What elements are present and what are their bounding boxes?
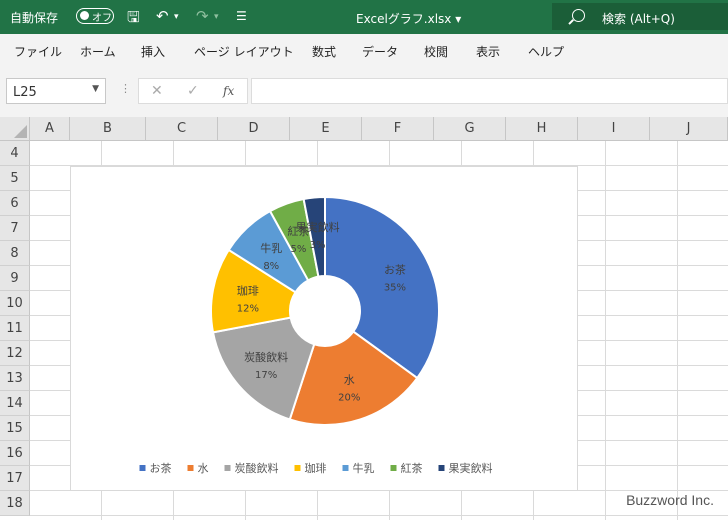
row-header[interactable]: 11 xyxy=(0,316,30,341)
undo-icon[interactable]: ↶ xyxy=(156,7,169,25)
data-label-category: 牛乳 xyxy=(260,241,282,255)
legend-label: 牛乳 xyxy=(353,461,375,475)
autosave-state: オフ xyxy=(92,13,112,24)
row-header[interactable]: 7 xyxy=(0,216,30,241)
tab-data[interactable]: データ xyxy=(362,43,398,60)
legend-swatch xyxy=(224,465,231,471)
row-header[interactable]: 6 xyxy=(0,191,30,216)
chevron-down-icon[interactable]: ▼ xyxy=(92,84,99,94)
tab-file[interactable]: ファイル xyxy=(14,43,62,60)
legend-swatch xyxy=(187,465,194,471)
data-label-category: 水 xyxy=(344,374,355,387)
save-icon[interactable]: 🖫 xyxy=(127,7,140,32)
tab-home[interactable]: ホーム xyxy=(80,43,116,60)
ribbon-tabs: ファイル ホーム 挿入 ページ レイアウト 数式 データ 校閲 表示 ヘルプ xyxy=(0,34,728,67)
data-label-category: 炭酸飲料 xyxy=(244,350,288,364)
tab-review[interactable]: 校閲 xyxy=(424,43,448,60)
legend-swatch xyxy=(139,465,146,471)
data-label-percent: 35% xyxy=(384,282,406,293)
tab-formulas[interactable]: 数式 xyxy=(312,43,336,60)
formula-buttons: ✕ ✓ fx xyxy=(138,78,248,104)
cancel-icon[interactable]: ✕ xyxy=(151,83,163,99)
legend-swatch xyxy=(390,465,397,471)
column-header-e[interactable]: E xyxy=(290,117,362,141)
watermark: Buzzword Inc. xyxy=(626,492,714,508)
column-header-h[interactable]: H xyxy=(506,117,578,141)
toggle-knob xyxy=(80,11,89,20)
data-label-percent: 5% xyxy=(290,244,306,255)
formula-bar: L25 ▼ ⋮ ✕ ✓ fx xyxy=(0,66,728,117)
redo-dropdown-icon[interactable]: ▾ xyxy=(214,12,219,22)
row-header[interactable]: 15 xyxy=(0,416,30,441)
enter-icon[interactable]: ✓ xyxy=(187,83,199,99)
column-header-b[interactable]: B xyxy=(70,117,146,141)
legend-label: 果実飲料 xyxy=(449,461,493,475)
data-label-percent: 17% xyxy=(255,370,277,381)
undo-dropdown-icon[interactable]: ▾ xyxy=(174,12,179,22)
redo-icon[interactable]: ↷ xyxy=(196,7,209,25)
search-box[interactable]: 検索 (Alt+Q) xyxy=(552,3,728,30)
row-header[interactable]: 14 xyxy=(0,391,30,416)
select-all-button[interactable] xyxy=(0,117,30,141)
chart-canvas: お茶35%水20%炭酸飲料17%珈琲12%牛乳8%紅茶5%果実飲料3%お茶水炭酸… xyxy=(139,195,493,475)
column-header-g[interactable]: G xyxy=(434,117,506,141)
row-header[interactable]: 16 xyxy=(0,441,30,466)
tab-insert[interactable]: 挿入 xyxy=(141,43,165,60)
column-header-a[interactable]: A xyxy=(30,117,70,141)
doughnut-chart[interactable]: お茶 35% 水 20% 炭酸飲料 17% 珈琲 12% 牛乳 8% 紅茶 5% 果実飲料 3% お茶水炭酸… xyxy=(70,166,578,491)
legend-label: 炭酸飲料 xyxy=(235,461,279,475)
formula-input[interactable] xyxy=(251,78,728,104)
column-header-j[interactable]: J xyxy=(650,117,728,141)
data-label-percent: 8% xyxy=(263,261,279,272)
autosave-label: 自動保存 xyxy=(10,11,59,25)
column-header-f[interactable]: F xyxy=(362,117,434,141)
data-label-percent: 12% xyxy=(237,303,259,314)
row-header[interactable]: 5 xyxy=(0,166,30,191)
row-header[interactable]: 8 xyxy=(0,241,30,266)
customize-quick-access-icon[interactable]: ☰ xyxy=(236,9,247,23)
more-options-icon[interactable]: ⋮ xyxy=(120,82,131,95)
data-label-category: お茶 xyxy=(384,263,406,276)
name-box-value: L25 xyxy=(13,85,37,100)
legend-label: 紅茶 xyxy=(401,462,423,475)
name-box[interactable]: L25 ▼ xyxy=(6,78,106,104)
row-header[interactable]: 4 xyxy=(0,141,30,166)
column-header-d[interactable]: D xyxy=(218,117,290,141)
legend-label: お茶 xyxy=(150,462,172,475)
column-header-i[interactable]: I xyxy=(578,117,650,141)
legend-label: 珈琲 xyxy=(305,461,327,475)
document-title[interactable]: Excelグラフ.xlsx ▾ xyxy=(356,10,461,27)
legend-label: 水 xyxy=(198,462,209,475)
data-label-percent: 20% xyxy=(338,393,360,404)
column-header-c[interactable]: C xyxy=(146,117,218,141)
insert-function-icon[interactable]: fx xyxy=(223,84,234,98)
title-bar: 自動保存 オフ 🖫 ↶ ▾ ↷ ▾ ☰ Excelグラフ.xlsx ▾ 検索 (… xyxy=(0,0,728,34)
search-icon xyxy=(572,9,585,22)
row-header[interactable]: 13 xyxy=(0,366,30,391)
legend-swatch xyxy=(438,465,445,471)
data-label-category: 珈琲 xyxy=(237,283,259,297)
row-header[interactable]: 12 xyxy=(0,341,30,366)
tab-page-layout[interactable]: ページ レイアウト xyxy=(194,43,294,60)
legend-swatch xyxy=(342,465,349,471)
legend-swatch xyxy=(294,465,301,471)
autosave-toggle[interactable]: オフ xyxy=(76,8,114,24)
tab-view[interactable]: 表示 xyxy=(476,43,500,60)
tab-help[interactable]: ヘルプ xyxy=(528,43,564,60)
data-label-percent: 3% xyxy=(310,240,326,251)
data-label-category: 果実飲料 xyxy=(296,220,340,234)
row-header[interactable]: 10 xyxy=(0,291,30,316)
row-header[interactable]: 18 xyxy=(0,491,30,516)
search-label: 検索 (Alt+Q) xyxy=(602,12,675,26)
row-header[interactable]: 17 xyxy=(0,466,30,491)
row-header[interactable]: 9 xyxy=(0,266,30,291)
